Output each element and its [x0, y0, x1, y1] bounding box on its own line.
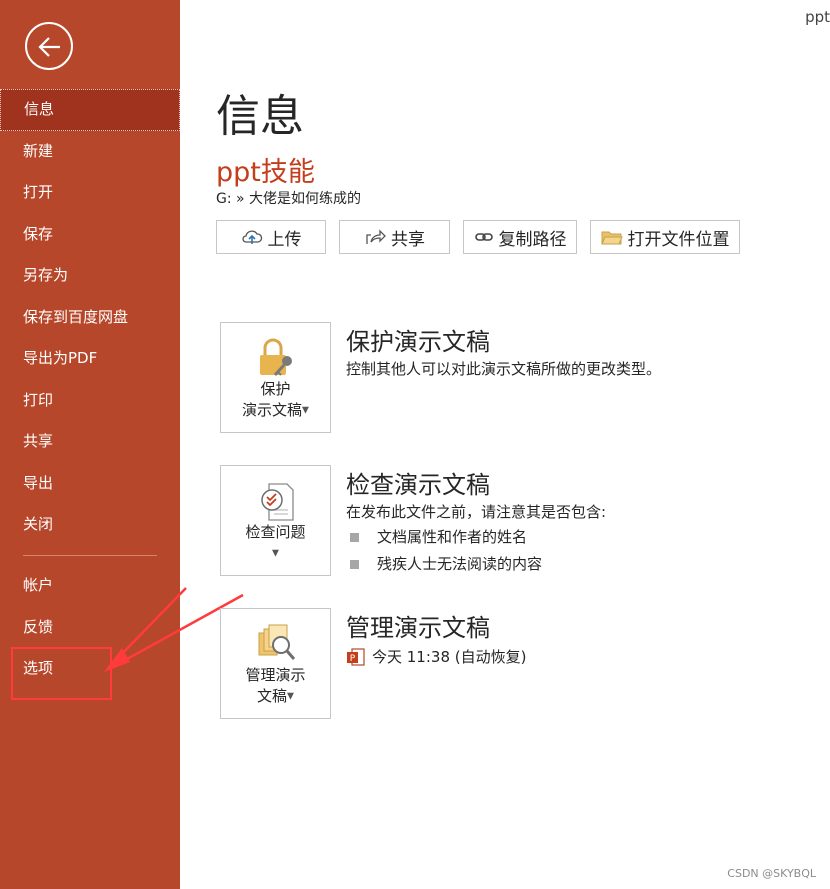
inspect-title: 检查演示文稿 — [346, 471, 490, 499]
powerpoint-file-icon: P — [347, 647, 365, 666]
sidebar-item-open[interactable]: 打开 — [0, 172, 180, 214]
sidebar-nav: 信息 新建 打开 保存 另存为 保存到百度网盘 导出为PDF 打印 共享 导出 … — [0, 89, 180, 546]
sidebar-item-save-to-baidu[interactable]: 保存到百度网盘 — [0, 297, 180, 339]
backstage-window: 信息 新建 打开 保存 另存为 保存到百度网盘 导出为PDF 打印 共享 导出 … — [0, 0, 830, 889]
open-file-location-button[interactable]: 打开文件位置 — [590, 220, 740, 254]
sidebar-item-save-as[interactable]: 另存为 — [0, 255, 180, 297]
manage-documents-icon — [258, 624, 296, 660]
svg-text:P: P — [350, 654, 356, 664]
lock-key-icon — [260, 338, 292, 377]
sidebar-item-save[interactable]: 保存 — [0, 214, 180, 256]
inspect-tile-caret: ▼ — [221, 543, 330, 564]
copy-path-button[interactable]: 复制路径 — [463, 220, 577, 254]
sidebar-item-share[interactable]: 共享 — [0, 421, 180, 463]
open-file-location-label: 打开文件位置 — [627, 229, 730, 250]
sidebar-item-print[interactable]: 打印 — [0, 380, 180, 422]
autosave-version-text: 今天 11:38 (自动恢复) — [372, 648, 527, 666]
sidebar-divider — [23, 555, 157, 556]
inspect-document-icon — [261, 483, 294, 521]
inspect-bullet: 残疾人士无法阅读的内容 — [350, 553, 542, 574]
protect-title: 保护演示文稿 — [346, 328, 490, 356]
sidebar-item-new[interactable]: 新建 — [0, 131, 180, 173]
upload-cloud-icon — [241, 230, 262, 244]
annotation-highlight-box — [11, 647, 112, 700]
share-label: 共享 — [391, 229, 425, 250]
dropdown-caret-icon: ▼ — [302, 405, 309, 416]
check-issues-tile[interactable]: 检查问题 ▼ — [220, 465, 331, 576]
dropdown-caret-icon: ▼ — [287, 691, 294, 702]
manage-tile-label-text: 文稿 — [257, 687, 288, 705]
manage-tile-label-2: 文稿▼ — [221, 686, 330, 707]
protect-description: 控制其他人可以对此演示文稿所做的更改类型。 — [346, 360, 662, 378]
sidebar-item-close[interactable]: 关闭 — [0, 504, 180, 546]
inspect-bullet-text: 文档属性和作者的姓名 — [377, 528, 528, 546]
window-title-fragment: ppt — [805, 8, 830, 26]
sidebar: 信息 新建 打开 保存 另存为 保存到百度网盘 导出为PDF 打印 共享 导出 … — [0, 0, 180, 889]
sidebar-item-export-pdf[interactable]: 导出为PDF — [0, 338, 180, 380]
bullet-square-icon — [350, 560, 359, 569]
upload-label: 上传 — [267, 229, 302, 250]
sidebar-item-feedback[interactable]: 反馈 — [0, 607, 180, 649]
protect-tile-label-1: 保护 — [260, 380, 291, 398]
share-icon — [366, 229, 386, 244]
document-path: G: » 大佬是如何练成的 — [216, 191, 362, 207]
back-button[interactable] — [25, 22, 73, 70]
back-arrow-icon — [38, 37, 60, 57]
protect-tile-label-text: 演示文稿 — [242, 401, 303, 419]
protect-tile-label-2: 演示文稿▼ — [221, 400, 330, 421]
folder-icon — [600, 231, 623, 245]
copy-path-label: 复制路径 — [498, 229, 567, 250]
inspect-tile-label: 检查问题 — [245, 523, 306, 541]
protect-presentation-tile[interactable]: 保护 演示文稿▼ — [220, 322, 331, 433]
manage-title: 管理演示文稿 — [346, 614, 490, 642]
dropdown-caret-icon: ▼ — [272, 548, 279, 559]
inspect-bullet-text: 残疾人士无法阅读的内容 — [377, 555, 543, 573]
upload-button[interactable]: 上传 — [216, 220, 326, 254]
sidebar-item-account[interactable]: 帐户 — [0, 565, 180, 607]
autosave-version-item[interactable]: P 今天 11:38 (自动恢复) — [346, 646, 526, 667]
watermark: CSDN @SKYBQL — [727, 867, 816, 880]
sidebar-item-info[interactable]: 信息 — [0, 89, 180, 131]
share-button[interactable]: 共享 — [339, 220, 450, 254]
link-icon — [474, 233, 493, 241]
manage-tile-label-1: 管理演示 — [245, 666, 306, 684]
inspect-description: 在发布此文件之前，请注意其是否包含: — [346, 503, 607, 521]
sidebar-item-export[interactable]: 导出 — [0, 463, 180, 505]
page-title: 信息 — [216, 91, 304, 142]
bullet-square-icon — [350, 533, 359, 542]
document-title: ppt技能 — [216, 157, 315, 188]
inspect-bullet: 文档属性和作者的姓名 — [350, 526, 527, 547]
manage-presentation-tile[interactable]: 管理演示 文稿▼ — [220, 608, 331, 719]
